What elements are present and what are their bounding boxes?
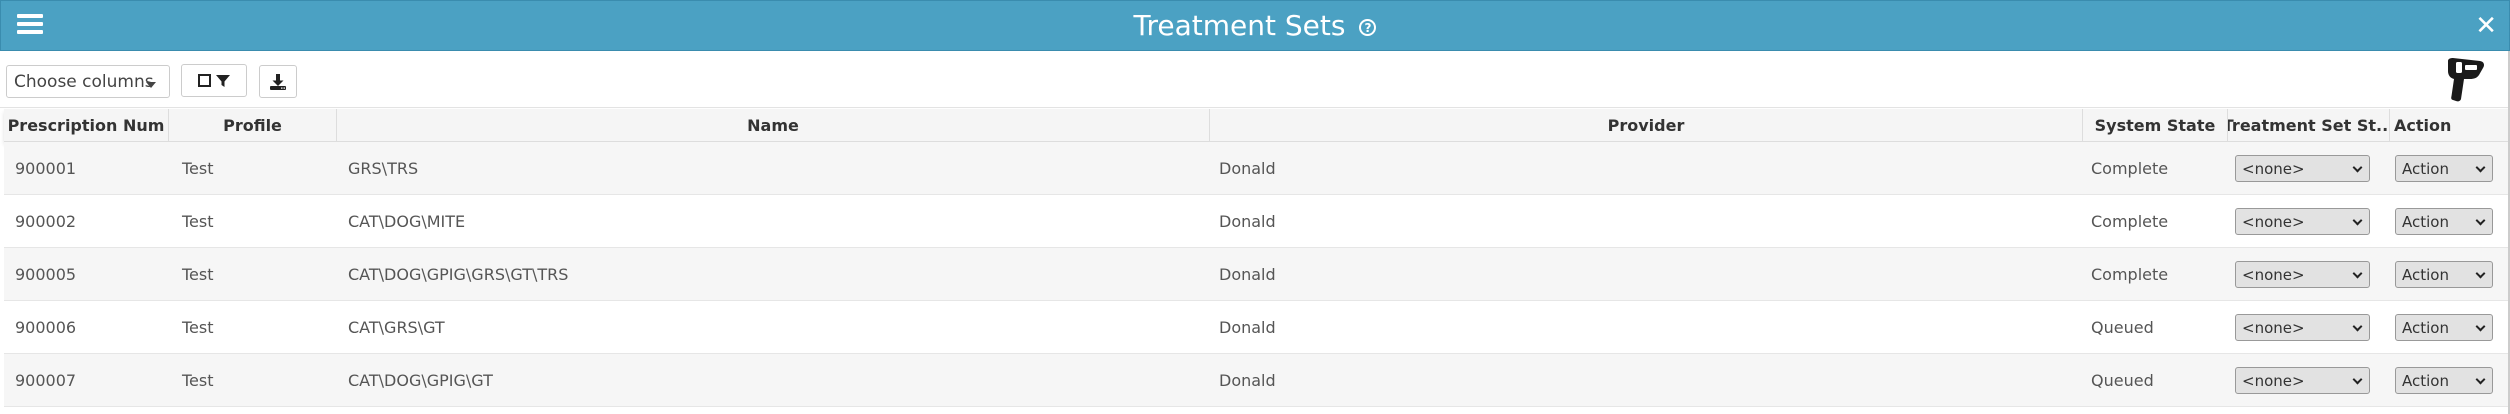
column-header[interactable]: Action [2390,109,2508,142]
select-value: <none> [2242,371,2305,390]
prescription-num-cell: 900006 [15,317,77,337]
select-value: <none> [2242,159,2305,178]
barcode-scanner-icon[interactable] [2444,57,2486,103]
caret-down-icon [146,82,156,88]
system-state-cell: Queued [2091,370,2154,390]
system-state-cell: Complete [2091,264,2169,284]
title-group: Treatment Sets ? [1134,9,1377,42]
chevron-down-icon [2352,374,2363,385]
download-icon [270,73,286,90]
help-icon[interactable]: ? [1359,19,1377,36]
checkbox-icon [197,74,211,87]
provider-cell: Donald [1219,264,1276,284]
treatment-set-state-select[interactable]: <none> [2235,314,2370,341]
prescription-num-cell: 900001 [15,158,77,178]
provider-cell: Donald [1219,158,1276,178]
table-row[interactable]: 900001 Test GRS\TRS Donald Complete <non… [4,142,2508,195]
table-header: Prescription Num Profile Name Provider S… [4,109,2508,142]
chevron-down-icon [2475,321,2486,332]
select-value: Action [2402,318,2449,337]
column-header[interactable]: Profile [169,109,337,142]
select-value: Action [2402,159,2449,178]
select-value: Action [2402,371,2449,390]
chevron-down-icon [2475,268,2486,279]
select-value: Action [2402,212,2449,231]
profile-cell: Test [182,370,214,390]
system-state-cell: Complete [2091,211,2169,231]
table-row[interactable]: 900006 Test CAT\GRS\GT Donald Queued <no… [4,301,2508,354]
provider-cell: Donald [1219,317,1276,337]
provider-cell: Donald [1219,370,1276,390]
table-row[interactable]: 900007 Test CAT\DOG\GPIG\GT Donald Queue… [4,354,2508,407]
treatment-set-state-select[interactable]: <none> [2235,208,2370,235]
provider-cell: Donald [1219,211,1276,231]
system-state-cell: Complete [2091,158,2169,178]
chevron-down-icon [2352,215,2363,226]
select-value: <none> [2242,265,2305,284]
column-header[interactable]: Provider [1210,109,2083,142]
profile-cell: Test [182,317,214,337]
select-value: <none> [2242,318,2305,337]
name-cell: CAT\GRS\GT [348,317,445,337]
chevron-down-icon [2475,374,2486,385]
action-select[interactable]: Action [2395,314,2493,341]
choose-columns-label: Choose columns [14,71,154,92]
select-value: Action [2402,265,2449,284]
action-select[interactable]: Action [2395,261,2493,288]
hamburger-menu-icon[interactable] [17,14,43,38]
close-icon[interactable]: ✕ [2475,11,2497,41]
profile-cell: Test [182,264,214,284]
name-cell: CAT\DOG\GPIG\GT [348,370,493,390]
action-select[interactable]: Action [2395,367,2493,394]
column-header[interactable]: Name [337,109,1210,142]
chevron-down-icon [2352,268,2363,279]
filter-button[interactable] [181,64,247,97]
profile-cell: Test [182,158,214,178]
select-value: <none> [2242,212,2305,231]
chevron-down-icon [2475,215,2486,226]
prescription-num-cell: 900002 [15,211,77,231]
prescription-num-cell: 900007 [15,370,77,390]
treatment-set-state-select[interactable]: <none> [2235,367,2370,394]
profile-cell: Test [182,211,214,231]
window-title: Treatment Sets [1133,9,1346,42]
download-button[interactable] [259,65,297,98]
name-cell: GRS\TRS [348,158,419,178]
chevron-down-icon [2352,321,2363,332]
title-bar: Treatment Sets ? ✕ [0,0,2510,51]
filter-icon [215,74,230,87]
table-body: 900001 Test GRS\TRS Donald Complete <non… [4,142,2508,407]
name-cell: CAT\DOG\MITE [348,211,466,231]
system-state-cell: Queued [2091,317,2154,337]
choose-columns-dropdown[interactable]: Choose columns [6,65,170,98]
action-select[interactable]: Action [2395,155,2493,182]
column-header[interactable]: System State [2083,109,2228,142]
table-row[interactable]: 900002 Test CAT\DOG\MITE Donald Complete… [4,195,2508,248]
action-select[interactable]: Action [2395,208,2493,235]
table-row[interactable]: 900005 Test CAT\DOG\GPIG\GRS\GT\TRS Dona… [4,248,2508,301]
chevron-down-icon [2352,162,2363,173]
prescription-num-cell: 900005 [15,264,77,284]
chevron-down-icon [2475,162,2486,173]
column-header[interactable]: Treatment Set St... [2228,109,2390,142]
treatment-set-state-select[interactable]: <none> [2235,155,2370,182]
treatment-set-state-select[interactable]: <none> [2235,261,2370,288]
toolbar: Choose columns [0,51,2510,108]
name-cell: CAT\DOG\GPIG\GRS\GT\TRS [348,264,569,284]
column-header[interactable]: Prescription Num [4,109,169,142]
